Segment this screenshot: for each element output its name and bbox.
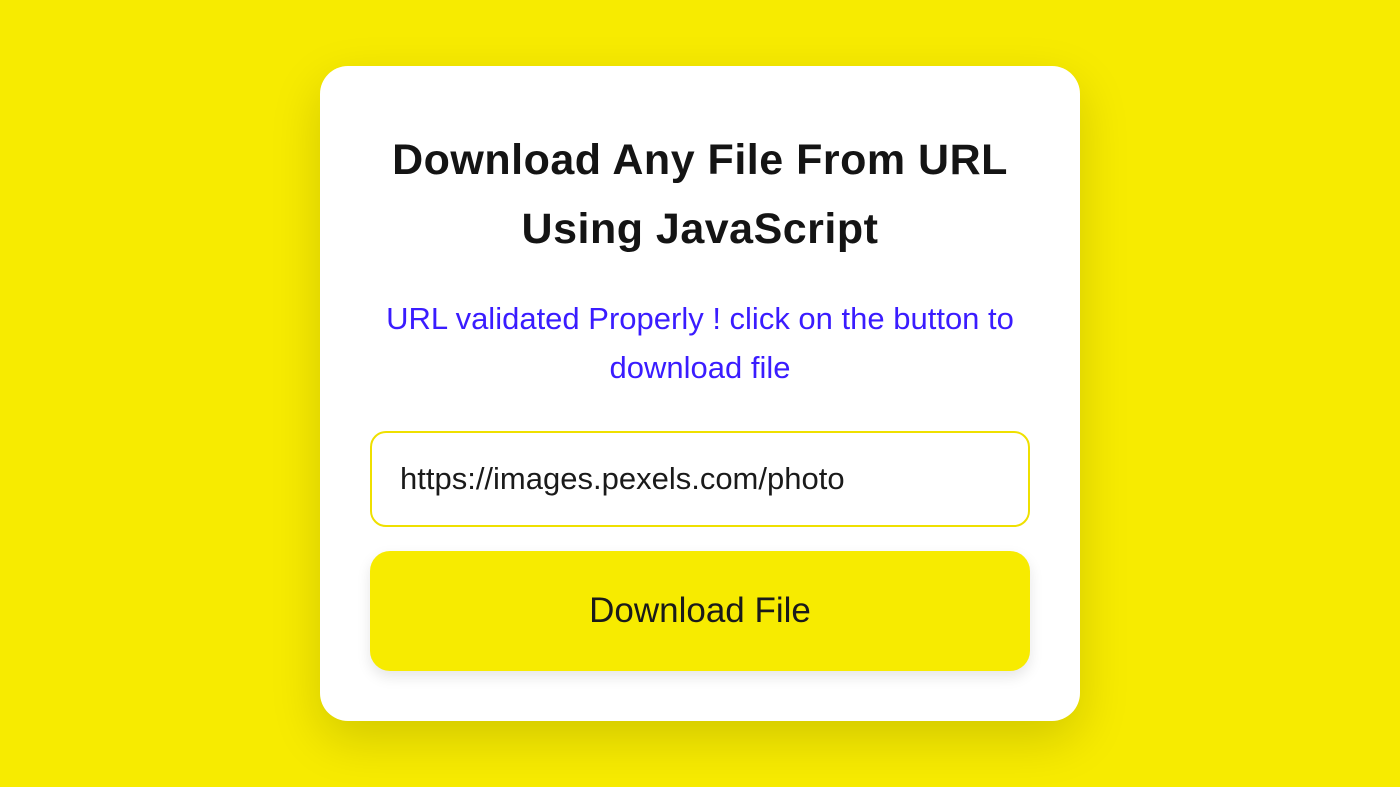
url-input[interactable] — [370, 431, 1030, 527]
download-card: Download Any File From URL Using JavaScr… — [320, 66, 1080, 721]
validation-status-message: URL validated Properly ! click on the bu… — [370, 294, 1030, 393]
card-title: Download Any File From URL Using JavaScr… — [370, 126, 1030, 264]
download-file-button[interactable]: Download File — [370, 551, 1030, 671]
